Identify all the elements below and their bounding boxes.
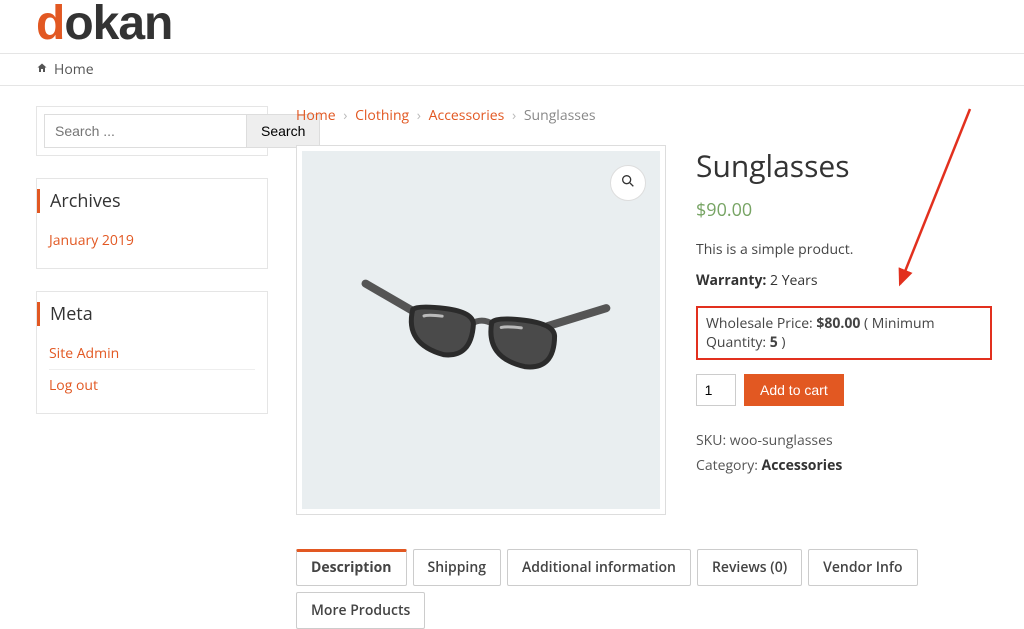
quantity-stepper[interactable] xyxy=(696,374,736,406)
search-widget: Search xyxy=(36,106,268,156)
warranty-value: 2 Years xyxy=(770,271,818,290)
tab-more-products[interactable]: More Products xyxy=(296,592,425,629)
nav-home-label: Home xyxy=(54,60,94,79)
archive-item[interactable]: January 2019 xyxy=(49,225,255,256)
product-tabs: Description Shipping Additional informat… xyxy=(296,549,992,629)
archives-widget: Archives January 2019 xyxy=(36,178,268,269)
product-summary: Sunglasses $90.00 This is a simple produ… xyxy=(696,145,992,515)
sidebar: Search Archives January 2019 Meta Site A… xyxy=(36,106,268,629)
warranty-label: Warranty: xyxy=(696,271,766,290)
main-content: Home › Clothing › Accessories › Sunglass… xyxy=(296,106,992,629)
category-link[interactable]: Accessories xyxy=(762,456,843,475)
tab-description[interactable]: Description xyxy=(296,549,407,586)
archives-title: Archives xyxy=(37,189,255,213)
product-meta: SKU: woo-sunglasses Category: Accessorie… xyxy=(696,428,992,478)
archive-link[interactable]: January 2019 xyxy=(49,231,134,250)
add-to-cart-row: Add to cart xyxy=(696,374,992,406)
zoom-button[interactable] xyxy=(610,165,646,201)
meta-item[interactable]: Log out xyxy=(49,369,255,401)
chevron-right-icon: › xyxy=(512,106,516,125)
sunglasses-icon xyxy=(351,263,611,398)
product-price: $90.00 xyxy=(696,198,992,222)
breadcrumb-current: Sunglasses xyxy=(524,106,596,125)
home-icon xyxy=(36,60,48,79)
product-gallery xyxy=(296,145,666,515)
breadcrumb: Home › Clothing › Accessories › Sunglass… xyxy=(296,106,992,125)
meta-link-logout[interactable]: Log out xyxy=(49,376,98,395)
logo-rest: okan xyxy=(64,0,172,50)
sku-value: woo-sunglasses xyxy=(730,431,833,450)
logo-bar: dokan xyxy=(0,0,1024,51)
wholesale-price-box: Wholesale Price: $80.00 ( Minimum Quanti… xyxy=(696,306,992,360)
magnifier-icon xyxy=(620,172,636,194)
product-short-description: This is a simple product. xyxy=(696,240,992,259)
top-nav: Home xyxy=(0,53,1024,86)
wholesale-label: Wholesale Price: xyxy=(706,314,816,333)
add-to-cart-button[interactable]: Add to cart xyxy=(744,374,844,406)
product-warranty: Warranty: 2 Years xyxy=(696,271,992,290)
meta-link-siteadmin[interactable]: Site Admin xyxy=(49,344,119,363)
breadcrumb-clothing[interactable]: Clothing xyxy=(355,106,409,125)
sku-label: SKU: xyxy=(696,431,730,450)
category-label: Category: xyxy=(696,456,762,475)
logo-first-letter: d xyxy=(36,0,64,50)
breadcrumb-home[interactable]: Home xyxy=(296,106,336,125)
meta-widget: Meta Site Admin Log out xyxy=(36,291,268,414)
meta-title: Meta xyxy=(37,302,255,326)
meta-item[interactable]: Site Admin xyxy=(49,338,255,369)
product-title: Sunglasses xyxy=(696,145,992,186)
nav-home-link[interactable]: Home xyxy=(36,60,94,79)
wholesale-price: $80.00 xyxy=(816,314,860,333)
chevron-right-icon: › xyxy=(343,106,347,125)
tab-shipping[interactable]: Shipping xyxy=(413,549,501,586)
tab-vendor-info[interactable]: Vendor Info xyxy=(808,549,917,586)
chevron-right-icon: › xyxy=(417,106,421,125)
search-input[interactable] xyxy=(44,114,246,148)
product-top: Sunglasses $90.00 This is a simple produ… xyxy=(296,145,992,515)
tab-reviews[interactable]: Reviews (0) xyxy=(697,549,802,586)
product-image[interactable] xyxy=(302,151,660,509)
wholesale-suffix: ) xyxy=(778,333,786,352)
site-logo[interactable]: dokan xyxy=(36,0,172,50)
tab-additional-info[interactable]: Additional information xyxy=(507,549,691,586)
wholesale-minqty-value: 5 xyxy=(770,333,778,352)
breadcrumb-accessories[interactable]: Accessories xyxy=(429,106,505,125)
